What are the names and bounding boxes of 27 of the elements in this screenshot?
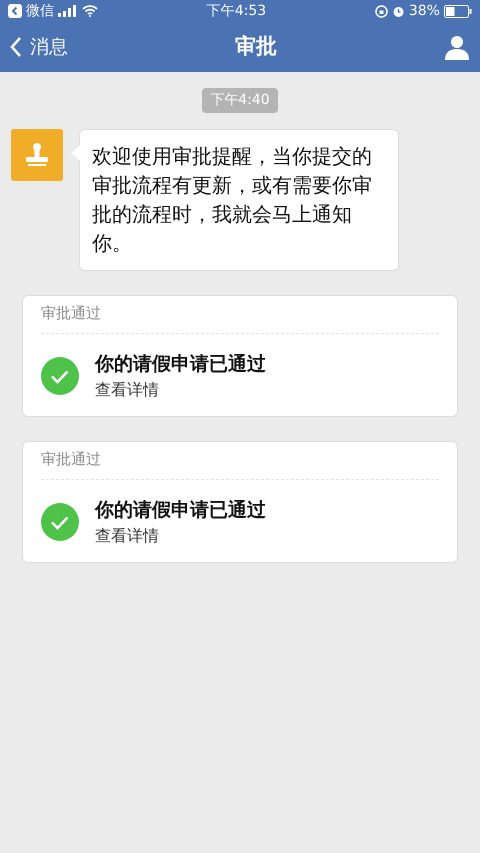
card-title: 你的请假申请已通过: [95, 352, 266, 376]
page-title: 审批: [235, 33, 277, 60]
battery-icon: [444, 4, 472, 18]
battery-percent: 38%: [408, 2, 440, 20]
stamp-avatar-icon: [11, 129, 63, 181]
back-app-icon: [8, 4, 22, 18]
rotation-lock-icon: [374, 4, 388, 18]
signal-icon: [58, 5, 78, 17]
message-bubble: 欢迎使用审批提醒，当你提交的审批流程有更新，或有需要你审批的流程时，我就会马上通知你。: [79, 129, 399, 271]
back-chevron-icon: [10, 36, 22, 58]
approval-card[interactable]: 审批通过 你的请假申请已通过 查看详情: [22, 441, 458, 563]
profile-icon[interactable]: [444, 34, 470, 60]
details-link[interactable]: 查看详情: [95, 378, 266, 402]
approval-card[interactable]: 审批通过 你的请假申请已通过 查看详情: [22, 295, 458, 417]
card-header: 审批通过: [41, 302, 439, 334]
check-icon: [41, 502, 79, 541]
status-time: 下午4:53: [206, 2, 266, 20]
card-header: 审批通过: [41, 448, 439, 480]
back-app-label[interactable]: 微信: [26, 0, 54, 22]
bubble-tail: [71, 145, 80, 161]
back-button[interactable]: 消息: [10, 32, 68, 62]
check-icon: [41, 356, 79, 395]
card-title: 你的请假申请已通过: [95, 498, 266, 522]
details-link[interactable]: 查看详情: [95, 524, 266, 548]
wifi-icon: [82, 5, 98, 17]
timestamp: 下午4:40: [202, 88, 278, 113]
alarm-icon: [392, 4, 405, 18]
